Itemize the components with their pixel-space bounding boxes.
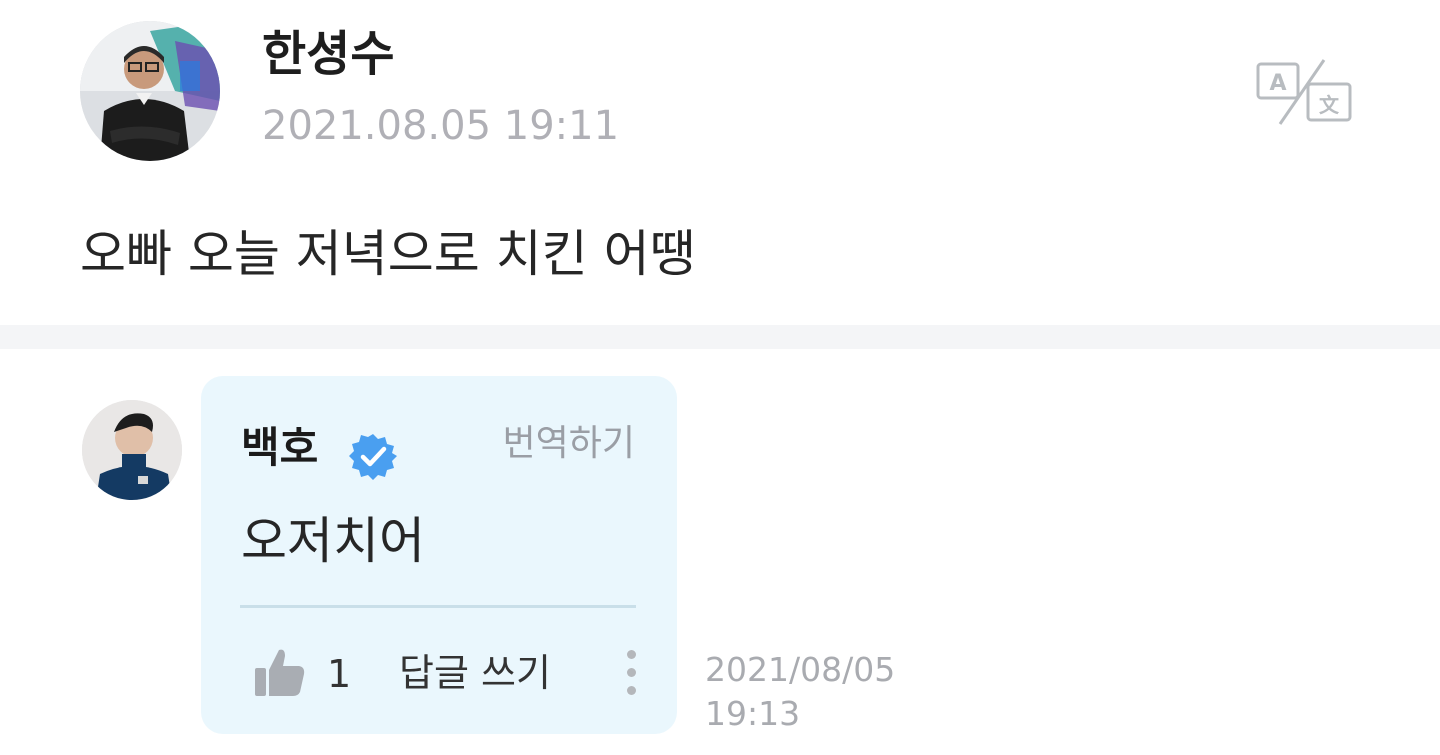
post-author-name[interactable]: 한셩수 (262, 22, 394, 86)
comment-time: 19:13 (705, 694, 801, 733)
comment-bubble: 백호 번역하기 오저치어 1 답글 쓰기 (201, 376, 677, 734)
verified-badge-icon (349, 432, 397, 480)
svg-text:A: A (1269, 71, 1286, 96)
thumbs-up-icon[interactable] (253, 646, 307, 700)
comment-timestamp: 2021/08/05 19:13 (705, 648, 895, 736)
post-body-text: 오빠 오늘 저녁으로 치킨 어땡 (80, 225, 696, 283)
commenter-avatar[interactable] (82, 400, 182, 500)
avatar-photo (80, 21, 220, 161)
like-count: 1 (327, 652, 352, 696)
comment-date: 2021/08/05 (705, 650, 896, 689)
comment-divider (240, 605, 636, 608)
commenter-name[interactable]: 백호 (241, 420, 318, 476)
post-timestamp: 2021.08.05 19:11 (262, 103, 620, 149)
svg-text:文: 文 (1319, 93, 1340, 117)
translate-icon[interactable]: A 文 (1254, 58, 1354, 128)
more-options-icon[interactable] (619, 648, 643, 698)
avatar-photo (82, 400, 182, 500)
post-author-avatar[interactable] (80, 21, 220, 161)
comment-body-text: 오저치어 (241, 512, 425, 570)
reply-button[interactable]: 답글 쓰기 (399, 648, 551, 698)
comment-translate-button[interactable]: 번역하기 (503, 420, 635, 468)
section-divider (0, 325, 1440, 349)
